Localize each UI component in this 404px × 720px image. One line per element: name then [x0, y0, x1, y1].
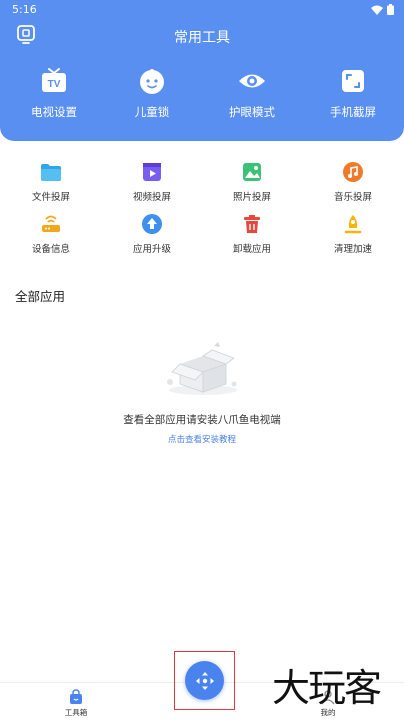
- move-arrows-icon: [195, 671, 214, 690]
- tool-label: 护眼模式: [229, 105, 275, 119]
- upgrade-icon: [141, 213, 163, 235]
- photo-icon: [241, 161, 263, 183]
- tool-clean-boost[interactable]: 清理加速: [313, 213, 393, 255]
- wifi-icon: [371, 5, 383, 15]
- tool-video-cast[interactable]: 视频投屏: [112, 161, 192, 203]
- install-tutorial-link[interactable]: 点击查看安装教程: [0, 433, 404, 445]
- tool-label: 照片投屏: [232, 192, 271, 203]
- tool-photo-cast[interactable]: 照片投屏: [212, 161, 292, 203]
- tool-label: 视频投屏: [132, 192, 171, 203]
- tool-app-upgrade[interactable]: 应用升级: [112, 213, 192, 255]
- status-icons: [371, 4, 394, 15]
- tv-icon: TV: [39, 66, 69, 96]
- tool-file-cast[interactable]: 文件投屏: [11, 161, 91, 203]
- header-panel: 5:16 常用工具 TV 电视设置 儿童锁 护眼模式 手机截屏: [0, 0, 404, 141]
- tool-label: 电视设置: [31, 105, 77, 119]
- page-title: 常用工具: [174, 30, 230, 46]
- nav-label: 工具箱: [64, 708, 88, 717]
- child-face-icon: [137, 66, 167, 96]
- tool-music-cast[interactable]: 音乐投屏: [313, 161, 393, 203]
- screenshot-icon: [338, 66, 368, 96]
- video-icon: [141, 161, 163, 183]
- tool-label: 手机截屏: [330, 105, 376, 119]
- tool-phone-screenshot[interactable]: 手机截屏: [313, 66, 393, 120]
- tool-label: 清理加速: [333, 244, 372, 255]
- music-icon: [342, 161, 364, 183]
- empty-box-illustration: [162, 338, 244, 396]
- watermark-logo: 大玩客: [272, 664, 396, 712]
- tool-label: 应用升级: [132, 244, 171, 255]
- tool-uninstall-app[interactable]: 卸载应用: [212, 213, 292, 255]
- remote-control-fab[interactable]: [185, 661, 224, 700]
- empty-state-message: 查看全部应用请安装八爪鱼电视端: [123, 414, 281, 426]
- tool-label: 儿童锁: [134, 105, 170, 119]
- tool-device-info[interactable]: 设备信息: [11, 213, 91, 255]
- nav-toolbox[interactable]: 工具箱: [46, 683, 106, 718]
- top-tools-row: TV 电视设置 儿童锁 护眼模式 手机截屏: [0, 66, 404, 126]
- trash-icon: [241, 213, 263, 235]
- battery-icon: [387, 4, 394, 15]
- tool-label: 文件投屏: [31, 192, 70, 203]
- tool-eye-mode[interactable]: 护眼模式: [212, 66, 292, 120]
- tool-label: 音乐投屏: [333, 192, 372, 203]
- section-title: 全部应用: [15, 289, 66, 304]
- tool-label: 卸载应用: [232, 244, 271, 255]
- tool-child-lock[interactable]: 儿童锁: [112, 66, 192, 120]
- status-time: 5:16: [12, 3, 37, 16]
- watermark-text: 大玩客: [272, 666, 382, 710]
- tool-tv-settings[interactable]: TV 电视设置: [14, 66, 94, 120]
- folder-icon: [40, 161, 62, 183]
- rocket-icon: [342, 213, 364, 235]
- tool-label: 设备信息: [31, 244, 70, 255]
- eye-icon: [237, 66, 267, 96]
- status-bar: 5:16: [0, 0, 404, 20]
- svg-text:TV: TV: [48, 79, 61, 90]
- router-icon: [40, 213, 62, 235]
- toolbox-bag-icon: [68, 689, 84, 705]
